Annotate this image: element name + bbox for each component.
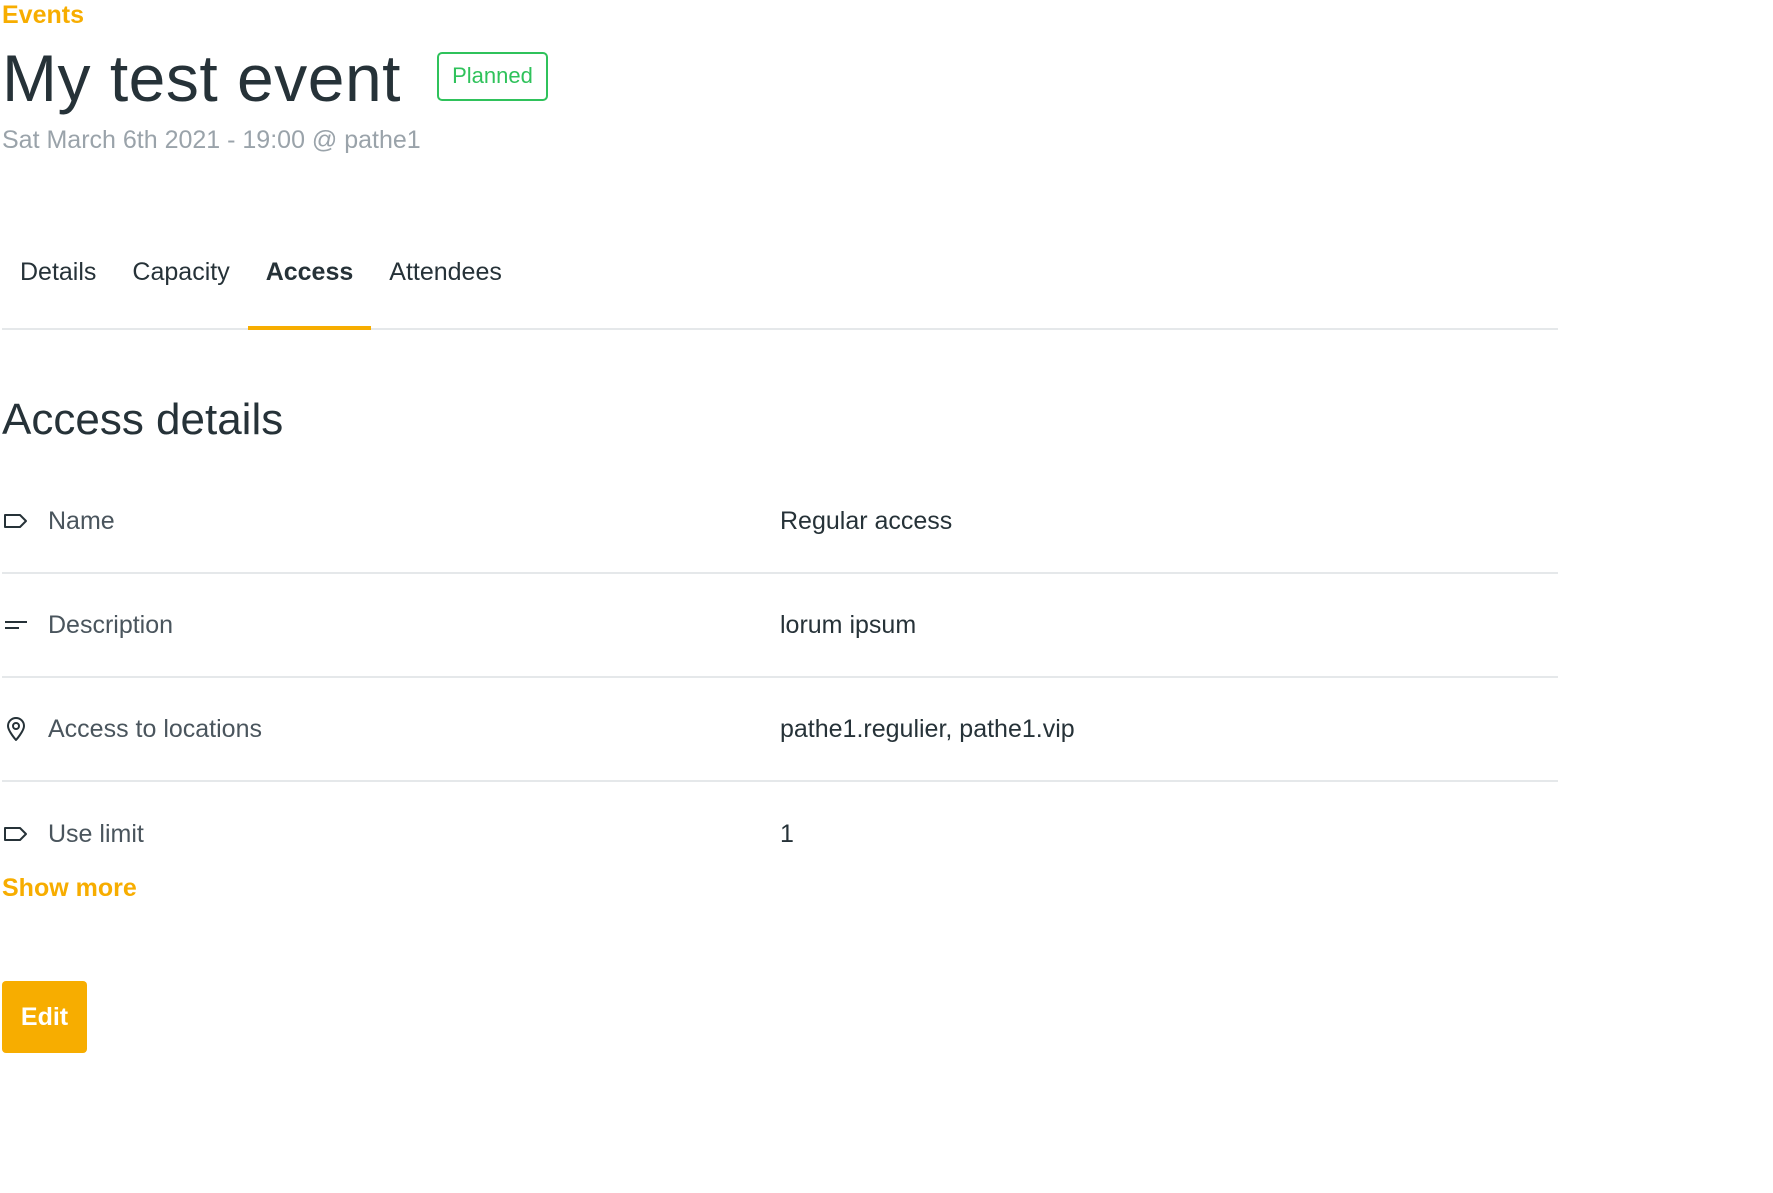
show-more-link[interactable]: Show more — [2, 872, 137, 904]
tab-bar: Details Capacity Access Attendees — [2, 238, 1558, 330]
tab-access-label: Access — [265, 258, 354, 286]
title-row: My test event Planned — [2, 40, 548, 116]
text-lines-icon — [2, 611, 30, 639]
section-title: Access details — [2, 395, 284, 444]
detail-row-use-limit: Use limit 1 — [2, 782, 1558, 874]
status-badge: Planned — [437, 51, 548, 101]
tab-details[interactable]: Details — [2, 238, 114, 328]
tab-access[interactable]: Access — [247, 238, 372, 330]
edit-button[interactable]: Edit — [2, 981, 87, 1053]
detail-row-description: Description lorum ipsum — [2, 574, 1558, 678]
detail-label-wrap: Description — [2, 611, 780, 640]
location-pin-icon — [2, 715, 30, 743]
tag-icon — [2, 507, 30, 535]
tab-attendees-label: Attendees — [389, 258, 502, 286]
detail-value: Regular access — [780, 506, 953, 535]
detail-label-wrap: Use limit — [2, 820, 780, 849]
detail-value: lorum ipsum — [780, 610, 917, 639]
event-date-location: Sat March 6th 2021 - 19:00 @ pathe1 — [2, 126, 421, 154]
detail-label-wrap: Name — [2, 507, 780, 536]
access-details-list: Name Regular access Description lorum ip… — [2, 470, 1558, 874]
detail-value: 1 — [780, 819, 794, 848]
tab-attendees[interactable]: Attendees — [371, 238, 520, 328]
detail-label: Description — [48, 610, 174, 639]
detail-label: Use limit — [48, 819, 144, 848]
tab-capacity[interactable]: Capacity — [114, 238, 247, 328]
tag-icon — [2, 820, 30, 848]
detail-label: Access to locations — [48, 714, 262, 743]
detail-row-locations: Access to locations pathe1.regulier, pat… — [2, 678, 1558, 782]
detail-label-wrap: Access to locations — [2, 715, 780, 744]
tab-details-label: Details — [20, 258, 97, 286]
detail-value: pathe1.regulier, pathe1.vip — [780, 714, 1075, 743]
breadcrumb-events-link[interactable]: Events — [2, 0, 84, 30]
detail-row-name: Name Regular access — [2, 470, 1558, 574]
page-title: My test event — [2, 41, 401, 115]
tab-capacity-label: Capacity — [132, 258, 230, 286]
detail-label: Name — [48, 506, 115, 535]
